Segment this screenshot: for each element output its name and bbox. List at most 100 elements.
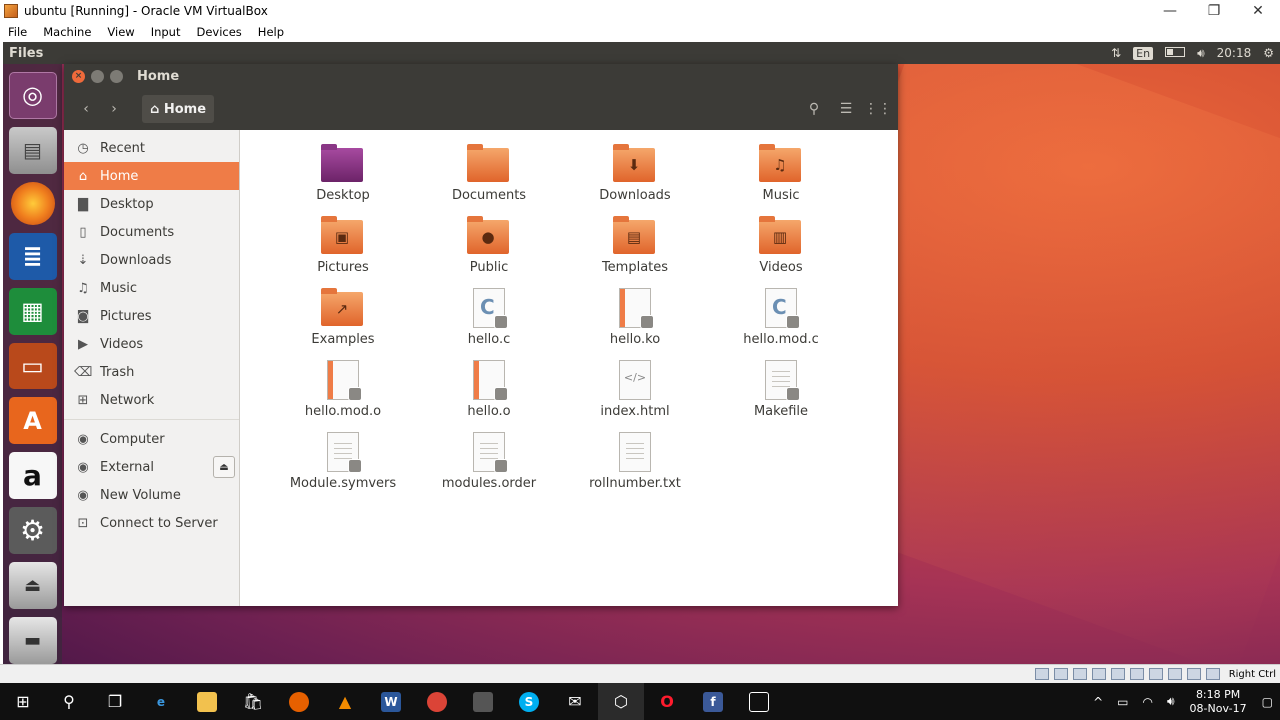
keyboard-layout-indicator[interactable]: En [1127,46,1159,60]
display-status-icon[interactable] [1148,668,1163,680]
forward-button[interactable]: › [100,95,128,123]
file-item[interactable]: ↗ Examples [270,286,416,358]
battery-icon[interactable] [1159,46,1191,60]
file-item[interactable]: ▥ Videos [708,214,854,286]
start-button[interactable]: ⊞ [0,683,46,720]
battery-icon[interactable]: ▭ [1110,695,1135,709]
optical-status-icon[interactable] [1053,668,1068,680]
file-item[interactable]: hello.ko [562,286,708,358]
wifi-icon[interactable]: ◠ [1136,695,1160,709]
chrome-button[interactable] [414,683,460,720]
sidebar-item-downloads[interactable]: ⇣ Downloads [64,246,239,274]
network-arrows-icon[interactable]: ⇅ [1105,46,1127,60]
software-center-icon[interactable]: A [8,397,57,445]
menu-input[interactable]: Input [143,25,189,39]
menu-view[interactable]: View [99,25,142,39]
search-button[interactable]: ⚲ [46,683,92,720]
taskbar-clock[interactable]: 8:18 PM 08-Nov-17 [1182,688,1255,716]
libreoffice-calc-icon[interactable]: ▦ [8,287,57,335]
file-item[interactable]: Makefile [708,358,854,430]
window-close-button[interactable]: × [72,69,85,83]
firefox-button[interactable] [276,683,322,720]
sidebar-item-recent[interactable]: ◷ Recent [64,134,239,162]
usb-status-icon[interactable] [1110,668,1125,680]
mail-button[interactable]: ✉ [552,683,598,720]
amazon-icon[interactable]: a [8,452,57,500]
sidebar-item-pictures[interactable]: ◙ Pictures [64,302,239,330]
sidebar-item-desktop[interactable]: ▇ Desktop [64,190,239,218]
libreoffice-impress-icon[interactable]: ▭ [8,342,57,390]
eject-button[interactable]: ⏏ [213,456,235,478]
list-view-button[interactable]: ☰ [832,95,860,123]
sidebar-item-connect-server[interactable]: ⊡ Connect to Server [64,509,239,537]
file-item[interactable]: Module.symvers [270,430,416,502]
file-item[interactable]: hello.o [416,358,562,430]
sidebar-item-computer[interactable]: ◉ Computer [64,425,239,453]
back-button[interactable]: ‹ [72,95,100,123]
file-item[interactable]: ⬇ Downloads [562,142,708,214]
shared-folder-status-icon[interactable] [1129,668,1144,680]
skype-button[interactable]: S [506,683,552,720]
audio-status-icon[interactable] [1072,668,1087,680]
sidebar-item-trash[interactable]: ⌫ Trash [64,358,239,386]
panel-clock[interactable]: 20:18 [1211,46,1258,60]
file-item[interactable]: </> index.html [562,358,708,430]
gear-icon[interactable]: ⚙ [1257,46,1280,60]
mouse-status-icon[interactable] [1205,668,1220,680]
grid-view-button[interactable]: ⋮⋮ [864,95,892,123]
menu-machine[interactable]: Machine [35,25,99,39]
file-item[interactable]: Documents [416,142,562,214]
file-explorer-button[interactable] [184,683,230,720]
close-button[interactable]: ✕ [1236,3,1280,19]
usb-drive-icon[interactable]: ⏏ [8,562,57,610]
word-button[interactable]: W [368,683,414,720]
facebook-button[interactable]: f [690,683,736,720]
volume-icon[interactable]: 🔊︎ [1160,694,1182,709]
cpu-status-icon[interactable] [1186,668,1201,680]
sidebar-item-new-volume[interactable]: ◉ New Volume [64,481,239,509]
search-button[interactable]: ⚲ [800,95,828,123]
task-view-button[interactable]: ❐ [92,683,138,720]
file-item[interactable]: ♫ Music [708,142,854,214]
file-item[interactable]: Desktop [270,142,416,214]
window-maximize-button[interactable] [110,69,123,83]
opera-button[interactable]: O [644,683,690,720]
sidebar-item-music[interactable]: ♫ Music [64,274,239,302]
breadcrumb-home[interactable]: ⌂ Home [142,95,215,123]
virtualbox-button[interactable]: ⬡ [598,683,644,720]
file-item[interactable]: Chello.c [416,286,562,358]
edge-button[interactable]: e [138,683,184,720]
window-minimize-button[interactable] [91,69,104,83]
file-item[interactable]: ▤ Templates [562,214,708,286]
file-item[interactable]: modules.order [416,430,562,502]
sidebar-item-videos[interactable]: ▶ Videos [64,330,239,358]
disk-drive-icon[interactable]: ▬ [8,617,57,664]
sidebar-item-home[interactable]: ⌂ Home [64,162,239,190]
file-item[interactable]: Chello.mod.c [708,286,854,358]
ubuntu-dash-icon[interactable]: ◎ [8,72,57,119]
notification-icon[interactable]: ▢ [1255,695,1280,709]
libreoffice-writer-icon[interactable]: ≣ [8,232,57,280]
app-button[interactable] [460,683,506,720]
vlc-button[interactable]: ▲ [322,683,368,720]
system-settings-icon[interactable]: ⚙ [8,507,57,555]
store-button[interactable]: 🛍︎ [230,683,276,720]
file-item[interactable]: hello.mod.o [270,358,416,430]
storage-status-icon[interactable] [1034,668,1049,680]
restore-button[interactable]: ❐ [1192,3,1236,19]
sidebar-item-network[interactable]: ⊞ Network [64,386,239,414]
volume-icon[interactable]: 🔊︎ [1191,46,1211,61]
window-button[interactable] [736,683,782,720]
menu-devices[interactable]: Devices [188,25,249,39]
sidebar-item-external[interactable]: ◉ External ⏏ [64,453,239,481]
file-item[interactable]: ● Public [416,214,562,286]
files-app-icon[interactable]: ▤ [8,126,57,174]
menu-file[interactable]: File [0,25,35,39]
sidebar-item-documents[interactable]: ▯ Documents [64,218,239,246]
file-item[interactable]: ▣ Pictures [270,214,416,286]
minimize-button[interactable]: — [1148,3,1192,19]
file-item[interactable]: rollnumber.txt [562,430,708,502]
recording-status-icon[interactable] [1167,668,1182,680]
chevron-up-icon[interactable]: ^ [1086,695,1110,709]
network-status-icon[interactable] [1091,668,1106,680]
